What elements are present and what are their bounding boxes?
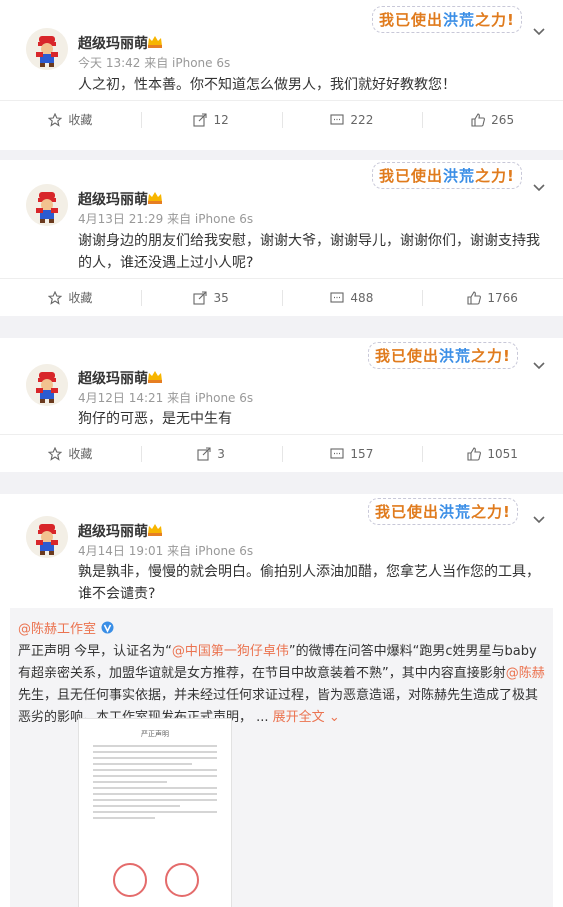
separator xyxy=(0,316,563,338)
repost-icon xyxy=(193,112,208,127)
mention-link[interactable]: @中国第一狗仔卓伟 xyxy=(172,644,289,659)
star-icon xyxy=(48,290,63,305)
action-bar: 收藏 35 488 1766 xyxy=(0,278,563,316)
like-button[interactable]: 1051 xyxy=(422,435,563,472)
chevron-down-icon[interactable] xyxy=(533,28,545,40)
mention-link[interactable]: @陈赫 xyxy=(506,666,545,681)
post-text: 谢谢身边的朋友们给我安慰，谢谢大爷，谢谢导儿，谢谢你们，谢谢支持我的人，谁还没遇… xyxy=(78,233,540,271)
repost-text: 严正声明 今早，认证名为“@中国第一狗仔卓伟”的微博在问答中爆料“跑男c姓男星与… xyxy=(18,644,545,725)
favorite-button[interactable]: 收藏 xyxy=(0,101,141,138)
like-button[interactable]: 265 xyxy=(422,101,563,138)
action-bar: 收藏 12 222 265 xyxy=(0,100,563,138)
weibo-post: 我已使出洪荒之力! 超级玛丽萌 4月12日 14:21 来自 iPhone 6s… xyxy=(0,338,563,472)
comment-icon xyxy=(330,291,344,303)
post-text: 人之初，性本善。你不知道怎么做男人，我们就好好教教您！ xyxy=(78,77,456,93)
comment-button[interactable]: 157 xyxy=(281,435,423,472)
post-text: 孰是孰非，慢慢的就会明白。偷拍别人添油加醋，您拿艺人当作您的工具，谁不会谴责? xyxy=(78,564,540,602)
action-bar: 收藏 3 157 1051 xyxy=(0,434,563,472)
vip-crown-icon xyxy=(147,34,163,48)
repost-author[interactable]: @陈赫工作室 xyxy=(18,618,545,637)
avatar[interactable] xyxy=(26,516,68,558)
chevron-down-icon[interactable] xyxy=(533,516,545,528)
expand-link[interactable]: 展开全文 ⌄ xyxy=(273,710,340,725)
document-image[interactable]: 严正声明 xyxy=(78,718,232,907)
author-name[interactable]: 超级玛丽萌 xyxy=(78,189,148,209)
verified-icon xyxy=(101,621,114,634)
post-meta: 今天 13:42 来自 iPhone 6s xyxy=(78,56,231,70)
repost-button[interactable]: 3 xyxy=(140,435,282,472)
avatar[interactable] xyxy=(26,184,68,226)
chevron-down-icon[interactable] xyxy=(533,362,545,374)
vip-crown-icon xyxy=(147,190,163,204)
thumbs-up-icon xyxy=(467,290,482,305)
seal-stamp xyxy=(165,863,199,897)
avatar[interactable] xyxy=(26,28,68,70)
comment-button[interactable]: 488 xyxy=(281,279,423,316)
post-text: 狗仔的可恶，是无中生有 xyxy=(78,411,232,427)
repost-button[interactable]: 35 xyxy=(140,279,282,316)
seal-stamp xyxy=(113,863,147,897)
vip-crown-icon xyxy=(147,522,163,536)
repost-icon xyxy=(193,290,208,305)
comment-icon xyxy=(330,113,344,125)
repost-icon xyxy=(197,446,211,461)
chevron-down-icon[interactable] xyxy=(533,184,545,196)
separator xyxy=(0,472,563,494)
comment-icon xyxy=(330,447,344,459)
repost-button[interactable]: 12 xyxy=(140,101,282,138)
favorite-button[interactable]: 收藏 xyxy=(0,435,141,472)
star-icon xyxy=(48,446,63,461)
weibo-post: 我已使出洪荒之力! 超级玛丽萌 4月14日 19:01 来自 iPhone 6s… xyxy=(0,494,563,907)
document-title: 严正声明 xyxy=(141,730,169,738)
thumbs-up-icon xyxy=(467,446,482,461)
author-name[interactable]: 超级玛丽萌 xyxy=(78,33,148,53)
sticker-graphic: 我已使出洪荒之力! xyxy=(368,498,518,525)
author-name[interactable]: 超级玛丽萌 xyxy=(78,368,148,388)
author-name[interactable]: 超级玛丽萌 xyxy=(78,521,148,541)
post-meta: 4月12日 14:21 来自 iPhone 6s xyxy=(78,391,254,405)
like-button[interactable]: 1766 xyxy=(422,279,563,316)
comment-button[interactable]: 222 xyxy=(281,101,423,138)
post-meta: 4月14日 19:01 来自 iPhone 6s xyxy=(78,544,254,558)
star-icon xyxy=(48,112,63,127)
separator xyxy=(0,150,563,160)
avatar[interactable] xyxy=(26,364,68,406)
sticker-graphic: 我已使出洪荒之力! xyxy=(372,162,522,189)
sticker-graphic: 我已使出洪荒之力! xyxy=(368,342,518,369)
thumbs-up-icon xyxy=(471,112,486,127)
sticker-graphic: 我已使出洪荒之力! xyxy=(372,6,522,33)
weibo-post: 我已使出洪荒之力! 超级玛丽萌 今天 13:42 来自 iPhone 6s 人之… xyxy=(0,0,563,150)
vip-crown-icon xyxy=(147,369,163,383)
favorite-button[interactable]: 收藏 xyxy=(0,279,141,316)
post-meta: 4月13日 21:29 来自 iPhone 6s xyxy=(78,212,254,226)
repost-card[interactable]: @陈赫工作室 严正声明 今早，认证名为“@中国第一狗仔卓伟”的微博在问答中爆料“… xyxy=(10,608,553,907)
weibo-post: 我已使出洪荒之力! 超级玛丽萌 4月13日 21:29 来自 iPhone 6s… xyxy=(0,160,563,316)
